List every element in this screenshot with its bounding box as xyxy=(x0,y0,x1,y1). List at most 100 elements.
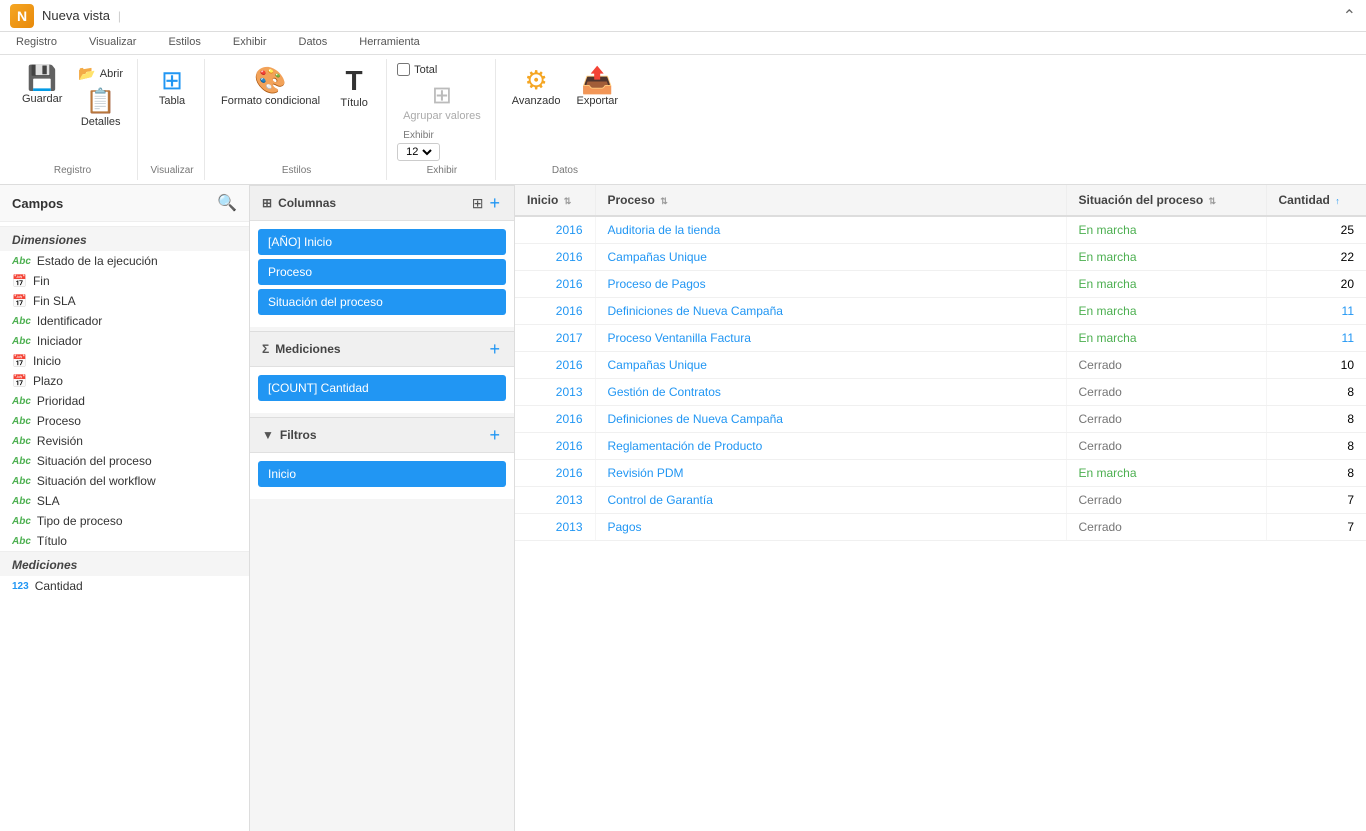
ribbon-group-visualizar: ⊞ Tabla Visualizar xyxy=(140,59,205,180)
filtros-item-0[interactable]: Inicio xyxy=(258,461,506,487)
total-checkbox-row[interactable]: Total xyxy=(397,63,437,76)
app-title: Nueva vista xyxy=(42,8,110,23)
col-header-inicio[interactable]: Inicio ⇅ xyxy=(515,185,595,216)
campo-revision[interactable]: Abc Revisión xyxy=(0,431,249,451)
cell-cantidad: 8 xyxy=(1266,406,1366,433)
guardar-button[interactable]: 💾 Guardar xyxy=(16,63,68,109)
abc-icon-2: Abc xyxy=(12,316,31,327)
detalles-button[interactable]: 📋 Detalles xyxy=(72,86,129,132)
cell-situacion: En marcha xyxy=(1066,271,1266,298)
columnas-add-button[interactable]: + xyxy=(487,194,502,212)
cell-proceso[interactable]: Pagos xyxy=(595,514,1066,541)
tab-datos[interactable]: Datos xyxy=(283,32,344,54)
titulo-button[interactable]: T Título xyxy=(330,63,378,113)
tab-visualizar[interactable]: Visualizar xyxy=(73,32,153,54)
ribbon-tabs: Registro Visualizar Estilos Exhibir Dato… xyxy=(0,32,1366,55)
campo-cantidad[interactable]: 123 Cantidad xyxy=(0,576,249,596)
ribbon-exhibir-items: Total ⊞ Agrupar valores Exhibir 12 25 50 xyxy=(397,63,487,161)
col-header-situacion[interactable]: Situación del proceso ⇅ xyxy=(1066,185,1266,216)
cell-cantidad: 8 xyxy=(1266,379,1366,406)
columnas-item-0[interactable]: [AÑO] Inicio xyxy=(258,229,506,255)
abrir-icon: 📂 xyxy=(78,65,95,82)
campo-proceso[interactable]: Abc Proceso xyxy=(0,411,249,431)
campo-prioridad[interactable]: Abc Prioridad xyxy=(0,391,249,411)
table-row: 2016Auditoria de la tiendaEn marcha25 xyxy=(515,216,1366,244)
cell-proceso[interactable]: Proceso de Pagos xyxy=(595,271,1066,298)
ribbon-group-exhibir: Total ⊞ Agrupar valores Exhibir 12 25 50 xyxy=(389,59,496,180)
campo-titulo[interactable]: Abc Título xyxy=(0,531,249,551)
col-header-cantidad[interactable]: Cantidad ↑ xyxy=(1266,185,1366,216)
campo-sla[interactable]: Abc SLA xyxy=(0,491,249,511)
cell-proceso[interactable]: Definiciones de Nueva Campaña xyxy=(595,406,1066,433)
cell-inicio: 2016 xyxy=(515,460,595,487)
campo-sla-label: SLA xyxy=(37,494,60,508)
agrupar-button[interactable]: ⊞ Agrupar valores xyxy=(397,80,487,126)
filtros-add-button[interactable]: + xyxy=(487,426,502,444)
abrir-button[interactable]: 📂 Abrir xyxy=(72,63,129,84)
collapse-button[interactable]: ⌃ xyxy=(1343,6,1356,26)
mediciones-header: Mediciones xyxy=(0,551,249,576)
columnas-section: ⊞ Columnas ⊞ + [AÑO] Inicio Proceso Situ… xyxy=(250,185,514,327)
exportar-button[interactable]: 📤 Exportar xyxy=(570,63,624,111)
campo-iniciador[interactable]: Abc Iniciador xyxy=(0,331,249,351)
tab-registro[interactable]: Registro xyxy=(0,32,73,54)
cell-inicio: 2016 xyxy=(515,244,595,271)
formato-condicional-button[interactable]: 🎨 Formato condicional xyxy=(215,63,326,111)
abc-icon-9: Abc xyxy=(12,496,31,507)
cell-proceso[interactable]: Campañas Unique xyxy=(595,352,1066,379)
campo-situacion-workflow[interactable]: Abc Situación del workflow xyxy=(0,471,249,491)
columnas-item-2[interactable]: Situación del proceso xyxy=(258,289,506,315)
cell-proceso[interactable]: Reglamentación de Producto xyxy=(595,433,1066,460)
ribbon-datos-items: ⚙ Avanzado 📤 Exportar xyxy=(506,63,624,161)
columnas-item-1[interactable]: Proceso xyxy=(258,259,506,285)
campo-situacion-workflow-label: Situación del workflow xyxy=(37,474,156,488)
abc-icon-5: Abc xyxy=(12,416,31,427)
ribbon-group-datos: ⚙ Avanzado 📤 Exportar Datos xyxy=(498,59,632,180)
cell-proceso[interactable]: Definiciones de Nueva Campaña xyxy=(595,298,1066,325)
tabla-button[interactable]: ⊞ Tabla xyxy=(148,63,196,111)
cell-proceso[interactable]: Campañas Unique xyxy=(595,244,1066,271)
mediciones-item-0[interactable]: [COUNT] Cantidad xyxy=(258,375,506,401)
columnas-layout-button[interactable]: ⊞ xyxy=(472,194,484,212)
filtros-section: ▼ Filtros + Inicio xyxy=(250,417,514,499)
table-panel: Inicio ⇅ Proceso ⇅ Situación del proceso… xyxy=(515,185,1366,831)
campo-estado[interactable]: Abc Estado de la ejecución xyxy=(0,251,249,271)
cell-proceso[interactable]: Proceso Ventanilla Factura xyxy=(595,325,1066,352)
mediciones-label: Mediciones xyxy=(275,342,340,356)
campo-estado-label: Estado de la ejecución xyxy=(37,254,158,268)
campo-plazo[interactable]: 📅 Plazo xyxy=(0,371,249,391)
campo-fin[interactable]: 📅 Fin xyxy=(0,271,249,291)
mediciones-add-button[interactable]: + xyxy=(487,340,502,358)
cell-proceso[interactable]: Gestión de Contratos xyxy=(595,379,1066,406)
tab-estilos[interactable]: Estilos xyxy=(152,32,216,54)
formato-icon: 🎨 xyxy=(254,67,286,93)
cell-proceso[interactable]: Auditoria de la tienda xyxy=(595,216,1066,244)
filtros-label: Filtros xyxy=(280,428,317,442)
filtros-icon: ▼ xyxy=(262,428,274,442)
campo-identificador[interactable]: Abc Identificador xyxy=(0,311,249,331)
avanzado-button[interactable]: ⚙ Avanzado xyxy=(506,63,567,111)
exhibir-select[interactable]: 12 25 50 xyxy=(402,145,435,159)
campo-revision-label: Revisión xyxy=(37,434,83,448)
col-header-proceso[interactable]: Proceso ⇅ xyxy=(595,185,1066,216)
campos-search-button[interactable]: 🔍 xyxy=(217,193,237,213)
tab-exhibir[interactable]: Exhibir xyxy=(217,32,283,54)
cell-proceso[interactable]: Control de Garantía xyxy=(595,487,1066,514)
campo-fin-sla[interactable]: 📅 Fin SLA xyxy=(0,291,249,311)
tabla-icon: ⊞ xyxy=(161,67,183,93)
abc-icon-8: Abc xyxy=(12,476,31,487)
cell-situacion: Cerrado xyxy=(1066,406,1266,433)
campo-situacion-proceso[interactable]: Abc Situación del proceso xyxy=(0,451,249,471)
cell-inicio: 2016 xyxy=(515,298,595,325)
cell-situacion: Cerrado xyxy=(1066,379,1266,406)
cell-cantidad: 7 xyxy=(1266,514,1366,541)
campos-panel: Campos 🔍 Dimensiones Abc Estado de la ej… xyxy=(0,185,250,831)
titulo-icon: T xyxy=(346,67,363,95)
campo-tipo-proceso[interactable]: Abc Tipo de proceso xyxy=(0,511,249,531)
exhibir-group-label: Exhibir xyxy=(427,165,458,176)
tab-herramienta[interactable]: Herramienta xyxy=(343,32,436,54)
campo-inicio[interactable]: 📅 Inicio xyxy=(0,351,249,371)
cell-proceso[interactable]: Revisión PDM xyxy=(595,460,1066,487)
columnas-label: Columnas xyxy=(278,196,336,210)
total-checkbox[interactable] xyxy=(397,63,410,76)
